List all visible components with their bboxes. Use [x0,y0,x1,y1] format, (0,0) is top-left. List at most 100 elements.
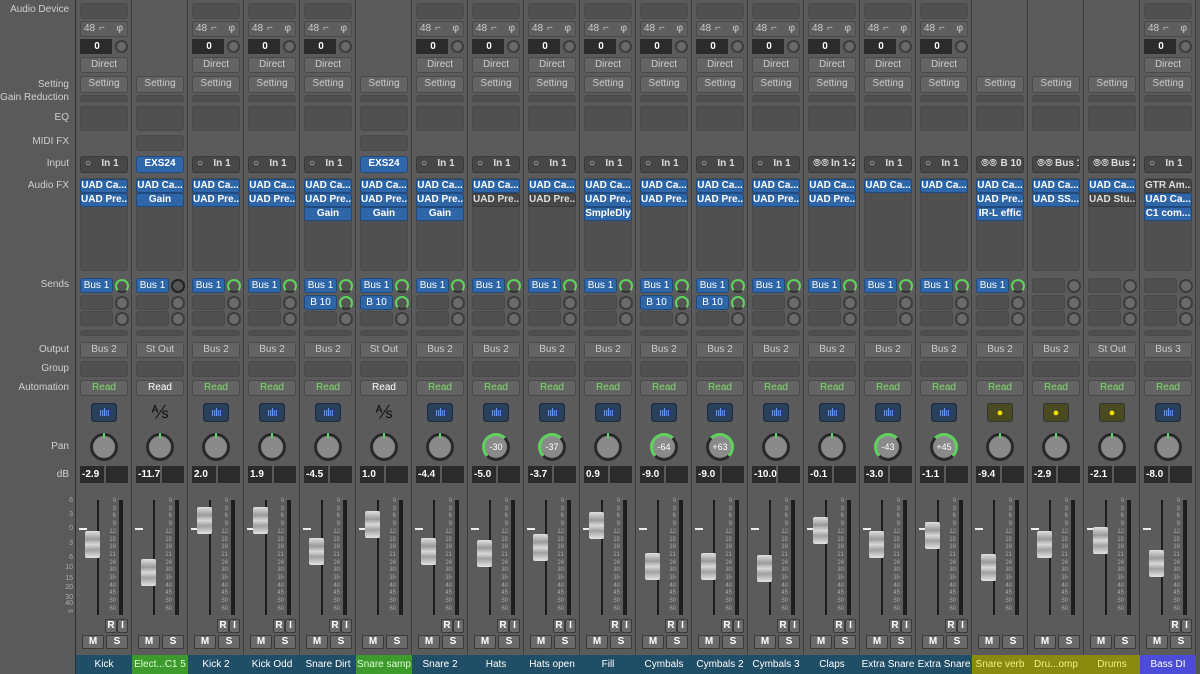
waveform-icon[interactable]: ıılıı [203,403,229,422]
send-level-knob[interactable] [1179,295,1193,310]
volume-db-value[interactable]: -9.0 [640,466,664,483]
trim-value[interactable]: 0 [696,39,728,54]
phase-invert-button[interactable]: φ [677,22,683,36]
send-slot[interactable] [248,311,281,326]
send-extra-slot[interactable] [1032,330,1080,336]
mute-button[interactable]: M [922,635,944,649]
send-slot[interactable]: Bus 1 [304,278,337,293]
volume-db-value[interactable]: -2.9 [1032,466,1056,483]
send-slot[interactable]: B 10 [696,294,729,310]
send-level-knob[interactable] [283,312,297,326]
mute-button[interactable]: M [1034,635,1056,649]
trim-knob[interactable] [731,40,744,53]
track-name[interactable]: Elect...C1 5 [132,655,188,674]
send-extra-slot[interactable] [416,330,464,336]
audio-fx-plugin[interactable]: UAD Pre... [416,193,464,207]
input-slot[interactable]: ⦾⦾ Bus 2 [1088,156,1136,173]
audio-fx-plugin[interactable]: UAD Ca... [584,179,632,193]
send-extra-slot[interactable] [528,330,576,336]
send-level-knob[interactable] [843,279,857,293]
send-slot[interactable]: Bus 1 [360,278,393,293]
solo-button[interactable]: S [498,635,520,649]
send-slot[interactable] [80,311,113,326]
output-slot[interactable]: Bus 2 [808,342,856,358]
send-extra-slot[interactable] [1088,330,1136,336]
send-slot[interactable] [1032,311,1065,326]
volume-db-value[interactable]: -9.4 [976,466,1000,483]
direct-button[interactable]: Direct [696,57,744,73]
direct-button[interactable]: Direct [304,57,352,73]
waveform-icon[interactable]: ıılıı [595,403,621,422]
automation-mode[interactable]: Read [696,380,744,396]
send-extra-slot[interactable] [864,330,912,336]
audio-device-slot[interactable] [584,3,632,19]
send-level-knob[interactable] [955,279,969,293]
hi-pass-icon[interactable]: ⌐ [491,23,497,34]
automation-mode[interactable]: Read [360,380,408,396]
hi-pass-icon[interactable]: ⌐ [771,23,777,34]
group-slot[interactable] [360,361,408,377]
send-slot[interactable]: Bus 1 [976,278,1009,293]
output-slot[interactable]: St Out [136,342,184,358]
audio-fx-plugin[interactable]: UAD Pre... [472,193,520,207]
hi-pass-icon[interactable]: ⌐ [99,23,105,34]
pan-knob[interactable] [370,433,398,461]
output-slot[interactable]: Bus 2 [304,342,352,358]
mute-button[interactable]: M [642,635,664,649]
trim-knob[interactable] [451,40,464,53]
send-level-knob[interactable] [339,295,353,310]
pan-knob[interactable] [762,433,790,461]
setting-button[interactable]: Setting [472,76,520,93]
phase-invert-button[interactable]: φ [117,22,123,36]
send-level-knob[interactable] [899,312,913,326]
trim-knob[interactable] [955,40,968,53]
audio-fx-plugin[interactable]: Gain [304,207,352,221]
trim-value[interactable]: 0 [640,39,672,54]
input-slot[interactable]: ○ In 1 [192,156,240,173]
sample-rate[interactable]: 48 [644,23,655,34]
input-slot[interactable]: ○ In 1 [528,156,576,173]
mute-button[interactable]: M [418,635,440,649]
send-slot[interactable] [1088,311,1121,326]
trim-knob[interactable] [115,40,128,53]
output-slot[interactable]: Bus 2 [1032,342,1080,358]
hi-pass-icon[interactable]: ⌐ [211,23,217,34]
trim-value[interactable]: 0 [304,39,336,54]
volume-db-value[interactable]: -3.0 [864,466,888,483]
automation-mode[interactable]: Read [640,380,688,396]
send-slot[interactable] [640,311,673,326]
direct-button[interactable]: Direct [640,57,688,73]
direct-button[interactable]: Direct [920,57,968,73]
audio-fx-plugin[interactable]: SmpleDly [584,207,632,221]
audio-fx-plugin[interactable]: UAD Ca... [640,179,688,193]
solo-button[interactable]: S [554,635,576,649]
output-slot[interactable]: Bus 2 [248,342,296,358]
trim-knob[interactable] [787,40,800,53]
track-name[interactable]: Cymbals 2 [692,655,748,674]
sample-rate[interactable]: 48 [196,23,207,34]
direct-button[interactable]: Direct [248,57,296,73]
audio-fx-plugin[interactable]: UAD Ca... [752,179,800,193]
send-extra-slot[interactable] [192,330,240,336]
direct-button[interactable]: Direct [416,57,464,73]
send-level-knob[interactable] [1067,295,1081,310]
send-slot[interactable] [1032,278,1065,293]
audio-fx-plugin[interactable]: UAD Pre... [752,193,800,207]
send-level-knob[interactable] [395,295,409,310]
trim-knob[interactable] [843,40,856,53]
audio-fx-plugin[interactable]: Gain [416,207,464,221]
setting-button[interactable]: Setting [80,76,128,93]
send-level-knob[interactable] [395,279,409,293]
automation-mode[interactable]: Read [192,380,240,396]
volume-fader[interactable] [925,521,940,549]
track-name[interactable]: Claps [804,655,860,674]
trim-value[interactable]: 0 [472,39,504,54]
automation-mode[interactable]: Read [1144,380,1192,396]
mute-button[interactable]: M [1146,635,1168,649]
input-slot[interactable]: ○ In 1 [864,156,912,173]
solo-button[interactable]: S [106,635,128,649]
send-slot[interactable]: Bus 1 [920,278,953,293]
sample-rate[interactable]: 48 [84,23,95,34]
send-slot[interactable] [80,294,113,310]
track-name[interactable]: Kick Odd [244,655,300,674]
